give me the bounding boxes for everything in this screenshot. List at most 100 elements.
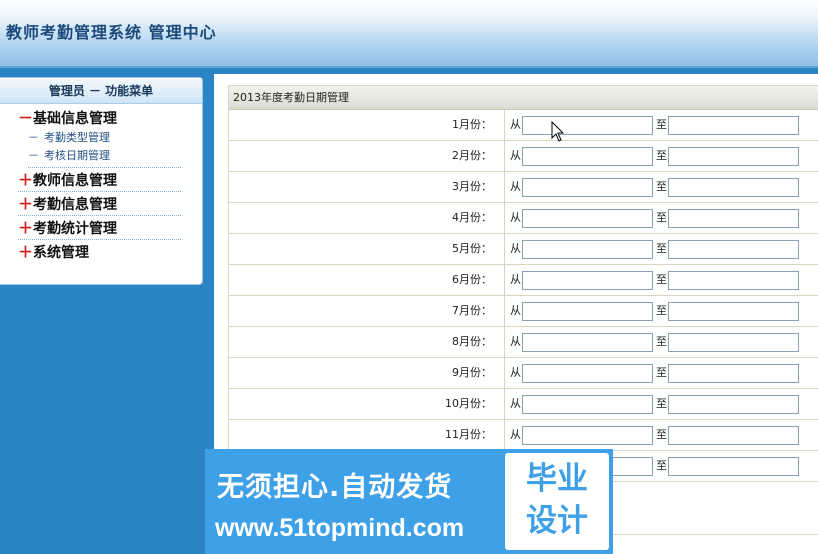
month-row: 7月份： 从 至 bbox=[229, 296, 818, 327]
to-label: 至 bbox=[656, 180, 667, 193]
from-label: 从 bbox=[510, 149, 521, 162]
mouse-cursor-icon bbox=[551, 121, 565, 142]
month-label: 10月份： bbox=[229, 389, 505, 419]
start-date-input[interactable] bbox=[522, 178, 653, 197]
menu-group-label[interactable]: 系统管理 bbox=[33, 245, 89, 261]
end-date-input[interactable] bbox=[668, 426, 799, 445]
menu-group-teacher-info[interactable]: ＋教师信息管理 bbox=[18, 168, 181, 192]
end-date-input[interactable] bbox=[668, 240, 799, 259]
panel-caption: 2013年度考勤日期管理 bbox=[229, 86, 818, 110]
menu-item-assessment-date[interactable]: － 考核日期管理 bbox=[28, 147, 181, 165]
end-date-input[interactable] bbox=[668, 116, 799, 135]
end-date-input[interactable] bbox=[668, 302, 799, 321]
from-label: 从 bbox=[510, 211, 521, 224]
month-label: 4月份： bbox=[229, 203, 505, 233]
watermark-logo-box: 毕业 设计 bbox=[505, 453, 609, 550]
menu-group-system[interactable]: ＋系统管理 bbox=[18, 240, 181, 264]
start-date-input[interactable] bbox=[522, 364, 653, 383]
watermark-banner: 无须担心.自动发货 www.51topmind.com 毕业 设计 bbox=[205, 449, 613, 554]
to-label: 至 bbox=[656, 149, 667, 162]
month-label: 11月份： bbox=[229, 420, 505, 450]
to-label: 至 bbox=[656, 428, 667, 441]
from-label: 从 bbox=[510, 242, 521, 255]
month-row: 1月份： 从 至 bbox=[229, 110, 818, 141]
start-date-input[interactable] bbox=[522, 116, 653, 135]
sidebar: 管理员 － 功能菜单 －基础信息管理 －考勤类型管理 －考核日期管理 ＋教师信息… bbox=[0, 77, 203, 285]
month-row: 4月份： 从 至 bbox=[229, 203, 818, 234]
from-label: 从 bbox=[510, 335, 521, 348]
month-row: 11月份： 从 至 bbox=[229, 420, 818, 451]
menu-group-label[interactable]: 考勤统计管理 bbox=[33, 221, 117, 237]
from-label: 从 bbox=[510, 180, 521, 193]
start-date-input[interactable] bbox=[522, 271, 653, 290]
start-date-input[interactable] bbox=[522, 209, 653, 228]
end-date-input[interactable] bbox=[668, 209, 799, 228]
end-date-input[interactable] bbox=[668, 333, 799, 352]
month-rows: 1月份：从至 2月份：从至 3月份：从至 4月份：从至 5月份：从至 6月份：从至 7月份：… bbox=[229, 110, 818, 482]
month-label: 6月份： bbox=[229, 265, 505, 295]
month-row: 10月份： 从 至 bbox=[229, 389, 818, 420]
month-row: 6月份： 从 至 bbox=[229, 265, 818, 296]
to-label: 至 bbox=[656, 397, 667, 410]
menu-group-label[interactable]: 基础信息管理 bbox=[33, 111, 117, 127]
menu-item-label[interactable]: 考勤类型管理 bbox=[44, 131, 110, 144]
from-label: 从 bbox=[510, 428, 521, 441]
end-date-input[interactable] bbox=[668, 271, 799, 290]
sidebar-title: 管理员 － 功能菜单 bbox=[0, 78, 202, 104]
month-label: 3月份： bbox=[229, 172, 505, 202]
watermark-slogan: 无须担心.自动发货 bbox=[217, 472, 453, 503]
to-label: 至 bbox=[656, 118, 667, 131]
dash-bullet: － bbox=[28, 131, 39, 144]
from-label: 从 bbox=[510, 118, 521, 131]
to-label: 至 bbox=[656, 335, 667, 348]
menu-item-label[interactable]: 考核日期管理 bbox=[44, 149, 110, 162]
from-label: 从 bbox=[510, 304, 521, 317]
start-date-input[interactable] bbox=[522, 395, 653, 414]
to-label: 至 bbox=[656, 273, 667, 286]
menu-group-attendance-info[interactable]: ＋考勤信息管理 bbox=[18, 192, 181, 216]
watermark-logo-text: 毕业 bbox=[526, 461, 588, 497]
end-date-input[interactable] bbox=[668, 178, 799, 197]
expand-icon[interactable]: ＋ bbox=[18, 216, 33, 240]
month-row: 2月份： 从 至 bbox=[229, 141, 818, 172]
watermark-url: www.51topmind.com bbox=[215, 514, 465, 542]
start-date-input[interactable] bbox=[522, 333, 653, 352]
menu-group-label[interactable]: 教师信息管理 bbox=[33, 173, 117, 189]
end-date-input[interactable] bbox=[668, 457, 799, 476]
month-label: 2月份： bbox=[229, 141, 505, 171]
month-row: 3月份： 从 至 bbox=[229, 172, 818, 203]
start-date-input[interactable] bbox=[522, 147, 653, 166]
watermark-logo-text: 设计 bbox=[526, 503, 588, 539]
end-date-input[interactable] bbox=[668, 395, 799, 414]
end-date-input[interactable] bbox=[668, 364, 799, 383]
app-title: 教师考勤管理系统 管理中心 bbox=[6, 23, 217, 42]
from-label: 从 bbox=[510, 273, 521, 286]
to-label: 至 bbox=[656, 242, 667, 255]
month-row: 5月份： 从 至 bbox=[229, 234, 818, 265]
month-row: 8月份： 从 至 bbox=[229, 327, 818, 358]
month-label: 9月份： bbox=[229, 358, 505, 388]
to-label: 至 bbox=[656, 366, 667, 379]
submenu-basic-info: － 考勤类型管理 － 考核日期管理 bbox=[28, 129, 181, 168]
collapse-icon[interactable]: － bbox=[18, 107, 33, 129]
menu-item-attendance-type[interactable]: － 考勤类型管理 bbox=[28, 129, 181, 147]
menu-group-label[interactable]: 考勤信息管理 bbox=[33, 197, 117, 213]
expand-icon[interactable]: ＋ bbox=[18, 240, 33, 264]
start-date-input[interactable] bbox=[522, 426, 653, 445]
month-label: 1月份： bbox=[229, 110, 505, 140]
start-date-input[interactable] bbox=[522, 240, 653, 259]
start-date-input[interactable] bbox=[522, 302, 653, 321]
expand-icon[interactable]: ＋ bbox=[18, 192, 33, 216]
to-label: 至 bbox=[656, 304, 667, 317]
from-label: 从 bbox=[510, 366, 521, 379]
month-label: 8月份： bbox=[229, 327, 505, 357]
from-label: 从 bbox=[510, 397, 521, 410]
menu-group-attendance-stats[interactable]: ＋考勤统计管理 bbox=[18, 216, 181, 240]
dash-bullet: － bbox=[28, 149, 39, 162]
month-label: 7月份： bbox=[229, 296, 505, 326]
month-row: 9月份： 从 至 bbox=[229, 358, 818, 389]
expand-icon[interactable]: ＋ bbox=[18, 168, 33, 192]
to-label: 至 bbox=[656, 459, 667, 472]
end-date-input[interactable] bbox=[668, 147, 799, 166]
menu-group-basic-info[interactable]: －基础信息管理 bbox=[18, 107, 181, 129]
